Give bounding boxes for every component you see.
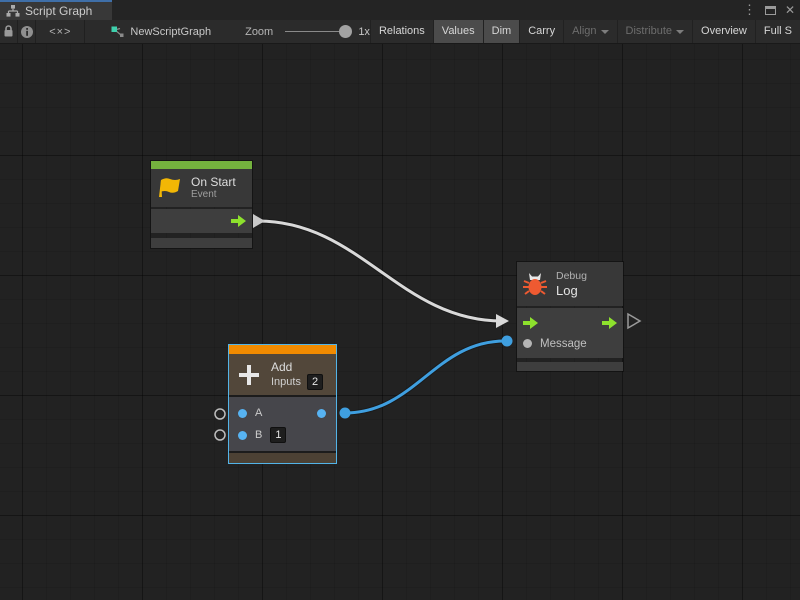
connection-onstart-to-log[interactable]	[258, 221, 502, 321]
output-port-sum[interactable]	[317, 409, 326, 418]
node-subtitle: Inputs	[271, 376, 301, 388]
trigger-output-port-icon[interactable]	[231, 215, 246, 227]
script-graph-window: Script Graph ⋮ ✕ <×>	[0, 0, 800, 600]
info-icon	[20, 25, 34, 39]
unconnected-input-b-icon[interactable]	[215, 430, 225, 440]
node-title: Add	[271, 360, 323, 374]
carry-button[interactable]: Carry	[519, 20, 563, 43]
code-icon: <×>	[49, 26, 71, 38]
align-button[interactable]: Align	[563, 20, 616, 43]
window-menu-icon[interactable]: ⋮	[743, 0, 756, 20]
zoom-slider-handle[interactable]	[339, 25, 352, 38]
port-b-value-field[interactable]: 1	[270, 427, 286, 443]
plus-icon	[237, 363, 261, 387]
unconnected-input-a-icon[interactable]	[215, 409, 225, 419]
debug-bug-icon	[522, 272, 548, 296]
script-graph-asset-icon	[111, 26, 124, 38]
lock-button[interactable]	[0, 20, 18, 43]
graph-name-label: NewScriptGraph	[130, 26, 211, 38]
port-a-label: A	[255, 407, 262, 419]
connections-layer	[0, 44, 800, 600]
overview-button[interactable]: Overview	[692, 20, 755, 43]
fullscreen-button[interactable]: Full S	[755, 20, 800, 43]
hierarchy-graph-icon	[6, 5, 20, 17]
connection-add-to-message[interactable]	[345, 341, 505, 413]
graph-toolbar: <×> NewScriptGraph Zoom 1x Relations Val…	[0, 20, 800, 44]
node-on-start[interactable]: On Start Event	[151, 161, 252, 248]
node-subtitle: Debug	[556, 270, 587, 283]
trigger-output-port-icon[interactable]	[602, 317, 617, 329]
input-port-b[interactable]	[238, 431, 247, 440]
lock-icon	[3, 25, 14, 38]
zoom-slider[interactable]	[285, 20, 352, 43]
graph-name-breadcrumb[interactable]: NewScriptGraph	[111, 20, 211, 43]
tab-bar: Script Graph ⋮ ✕	[0, 0, 800, 20]
relations-button[interactable]: Relations	[370, 20, 433, 43]
node-title: Log	[556, 283, 587, 298]
tab-title: Script Graph	[25, 4, 92, 18]
message-input-port[interactable]	[523, 339, 532, 348]
maximize-icon[interactable]	[765, 6, 776, 15]
chevron-down-icon	[601, 30, 609, 38]
port-b-label: B	[255, 429, 262, 441]
input-port-a[interactable]	[238, 409, 247, 418]
node-debug-log[interactable]: Debug Log	[517, 262, 623, 371]
node-subtitle: Event	[191, 189, 236, 201]
chevron-down-icon	[676, 30, 684, 38]
values-button[interactable]: Values	[433, 20, 483, 43]
message-port-label: Message	[540, 338, 587, 350]
zoom-value: 1x	[358, 26, 370, 38]
info-button[interactable]	[18, 20, 37, 43]
node-color-bar	[151, 161, 252, 169]
node-add[interactable]: Add Inputs 2 A B 1	[228, 344, 337, 464]
code-view-button[interactable]: <×>	[36, 20, 85, 43]
node-title: On Start	[191, 175, 236, 189]
tab-script-graph[interactable]: Script Graph	[0, 0, 112, 20]
distribute-button[interactable]: Distribute	[617, 20, 692, 43]
zoom-label: Zoom	[245, 26, 273, 38]
flag-icon	[157, 176, 183, 200]
unconnected-trigger-output-icon[interactable]	[628, 314, 640, 328]
port-markers-layer	[0, 44, 800, 600]
inputs-count-field[interactable]: 2	[307, 374, 323, 390]
graph-canvas[interactable]: On Start Event	[0, 44, 800, 600]
close-icon[interactable]: ✕	[785, 3, 795, 17]
node-color-bar	[229, 345, 336, 354]
trigger-input-port-icon[interactable]	[523, 317, 538, 329]
dim-button[interactable]: Dim	[483, 20, 520, 43]
